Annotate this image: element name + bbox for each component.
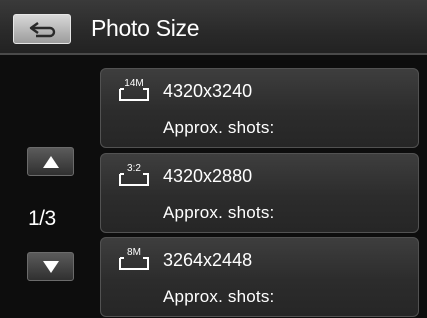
approx-shots-label: Approx. shots: [163, 287, 275, 306]
resolution-label: 4320x3240 [163, 81, 253, 101]
triangle-down-icon [43, 261, 59, 273]
scroll-down-button[interactable] [27, 252, 74, 281]
approx-shots-label: Approx. shots: [163, 118, 275, 137]
triangle-up-icon [43, 156, 59, 168]
title-bar: Photo Size [0, 0, 427, 55]
return-arrow-icon [29, 22, 56, 38]
photo-size-option-3-2[interactable]: 3:2 4320x2880 Approx. shots: [100, 153, 419, 233]
pager: 1/3 [0, 56, 96, 318]
photo-size-option-8m[interactable]: 8M 3264x2448 Approx. shots: [100, 237, 419, 317]
page-title: Photo Size [91, 15, 200, 41]
page-indicator: 1/3 [28, 207, 56, 230]
approx-shots-label: Approx. shots: [163, 203, 275, 222]
resolution-label: 3264x2448 [163, 250, 253, 270]
back-button[interactable] [13, 14, 71, 44]
resolution-label: 4320x2880 [163, 166, 253, 186]
photo-size-option-14m[interactable]: 14M 4320x3240 Approx. shots: [100, 68, 419, 148]
scroll-up-button[interactable] [27, 147, 74, 176]
